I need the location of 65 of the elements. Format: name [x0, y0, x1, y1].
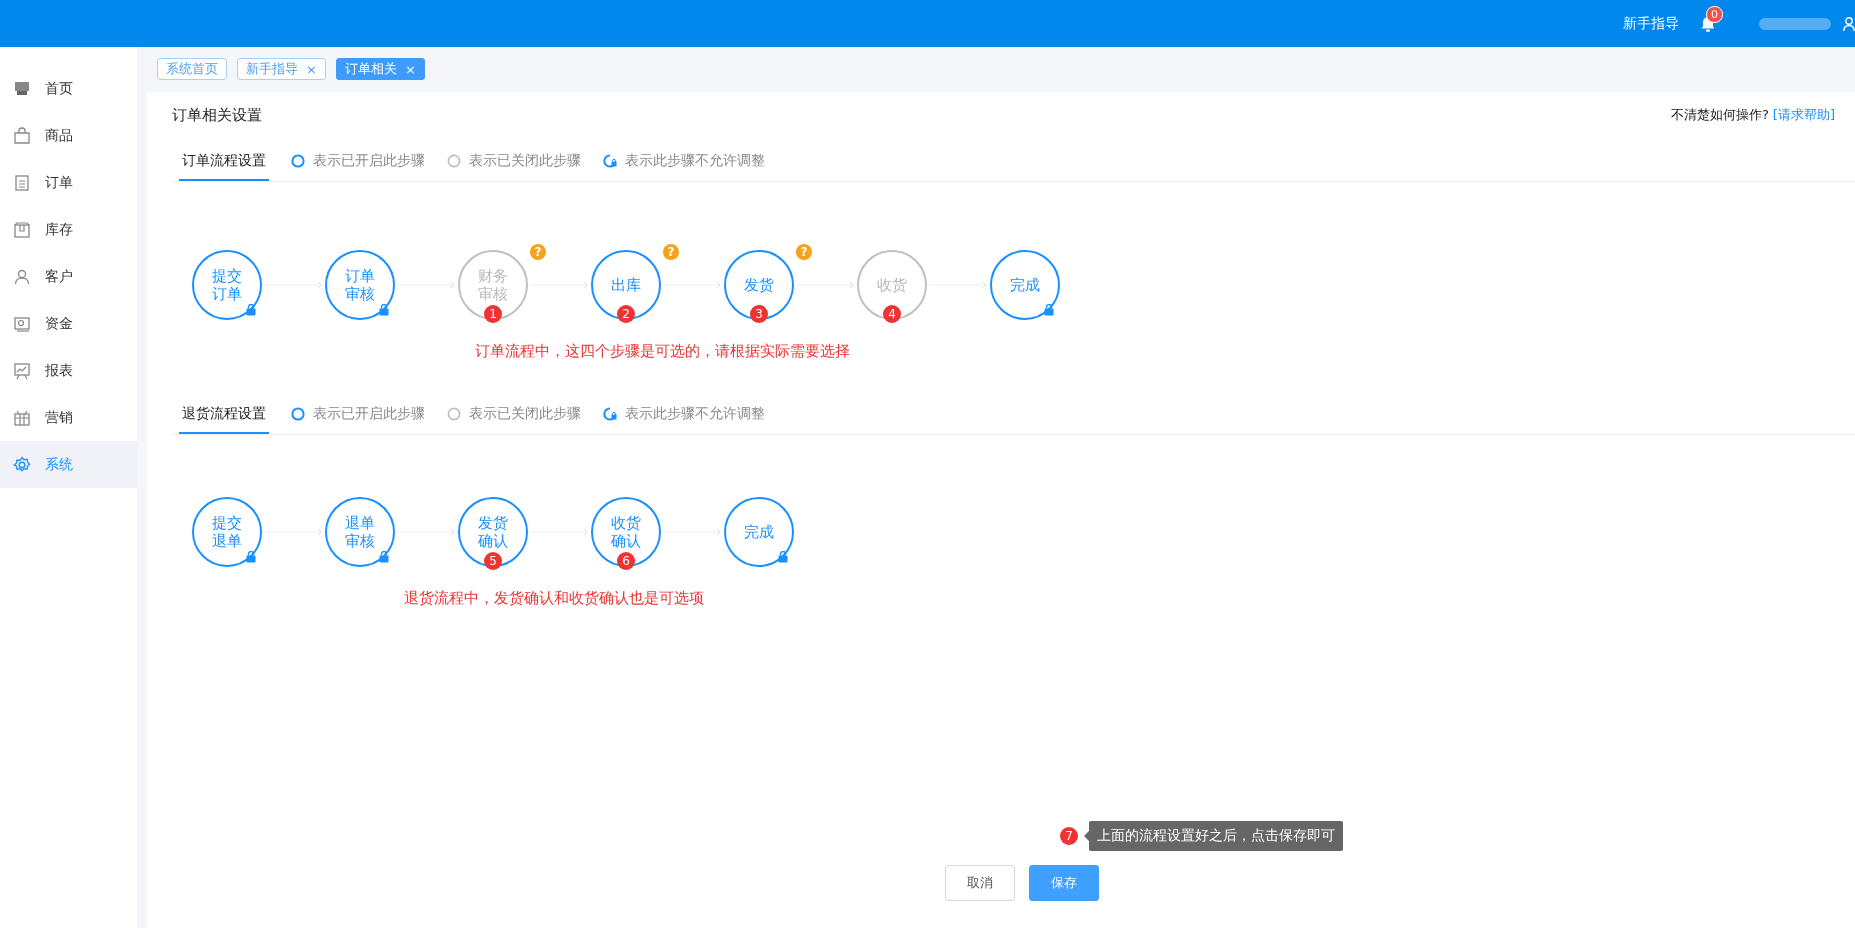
- sidebar-item[interactable]: 资金: [0, 300, 137, 347]
- number-marker: 7: [1060, 827, 1078, 845]
- help-badge[interactable]: ?: [796, 244, 812, 260]
- legend-label: 表示已关闭此步骤: [469, 152, 581, 170]
- number-marker: 4: [883, 305, 901, 323]
- document-icon: [13, 173, 31, 192]
- number-marker: 5: [484, 552, 502, 570]
- page-tab[interactable]: 新手指导 ×: [237, 58, 326, 80]
- legend-label: 表示已开启此步骤: [313, 152, 425, 170]
- close-icon[interactable]: ×: [404, 61, 416, 77]
- number-marker: 6: [617, 552, 635, 570]
- sidebar-item[interactable]: 营销: [0, 394, 137, 441]
- step-circle[interactable]: 订单审核: [325, 250, 395, 320]
- sidebar-item[interactable]: 商品: [0, 112, 137, 159]
- monitor-icon: [13, 79, 31, 98]
- sidebar-item[interactable]: 系统: [0, 441, 137, 488]
- help-text: 不清楚如何操作?: [1670, 107, 1769, 122]
- number-marker: 2: [617, 305, 635, 323]
- save-button[interactable]: 保存: [1029, 865, 1099, 901]
- legend-label: 表示已开启此步骤: [313, 405, 425, 423]
- tooltip: 上面的流程设置好之后，点击保存即可: [1089, 821, 1343, 851]
- bag-icon: [13, 126, 31, 145]
- help-link[interactable]: [请求帮助]: [1772, 107, 1835, 122]
- box-icon: [13, 220, 31, 239]
- step-circle[interactable]: 完成: [990, 250, 1060, 320]
- sidebar-item[interactable]: 订单: [0, 159, 137, 206]
- step-circle[interactable]: 提交订单: [192, 250, 262, 320]
- annotation-text: 退货流程中，发货确认和收货确认也是可选项: [403, 589, 705, 608]
- notification-badge: 0: [1706, 5, 1723, 23]
- cancel-button[interactable]: 取消: [945, 865, 1015, 901]
- close-icon[interactable]: ×: [306, 61, 317, 77]
- section-tab[interactable]: 订单流程设置: [179, 141, 269, 181]
- open-circle-icon: [291, 154, 305, 168]
- person-icon: [13, 267, 31, 286]
- page-tab[interactable]: 订单相关 ×: [335, 58, 425, 80]
- sidebar-item[interactable]: 报表: [0, 347, 137, 394]
- legend-label: 表示已关闭此步骤: [469, 405, 581, 423]
- page-title: 订单相关设置: [172, 105, 262, 125]
- legend-label: 表示此步骤不允许调整: [625, 405, 765, 423]
- open-circle-icon: [291, 407, 305, 421]
- locked-circle-icon: [603, 407, 617, 421]
- step-circle[interactable]: 退单审核: [325, 497, 395, 567]
- number-marker: 1: [484, 305, 502, 323]
- locked-circle-icon: [603, 154, 617, 168]
- guide-link[interactable]: 新手指导: [1623, 14, 1679, 33]
- open-circle-icon: [447, 154, 461, 168]
- sidebar-item[interactable]: 客户: [0, 253, 137, 300]
- page-tab[interactable]: 系统首页: [157, 58, 227, 80]
- sidebar-item[interactable]: 首页: [0, 65, 137, 112]
- step-circle[interactable]: 提交退单: [192, 497, 262, 567]
- blurred-username: [1759, 17, 1831, 30]
- annotation-text: 订单流程中，这四个步骤是可选的，请根据实际需要选择: [474, 342, 851, 361]
- help-badge[interactable]: ?: [663, 244, 679, 260]
- gift-icon: [13, 408, 31, 427]
- sidebar-item[interactable]: 库存: [0, 206, 137, 253]
- settings-icon: [13, 455, 31, 474]
- legend-label: 表示此步骤不允许调整: [625, 152, 765, 170]
- section-tab[interactable]: 退货流程设置: [179, 394, 269, 434]
- money-icon: [13, 314, 31, 333]
- open-circle-icon: [447, 407, 461, 421]
- help-badge[interactable]: ?: [530, 244, 546, 260]
- step-circle[interactable]: 完成: [724, 497, 794, 567]
- number-marker: 3: [750, 305, 768, 323]
- user-icon: [1843, 16, 1855, 31]
- chart-icon: [13, 361, 31, 380]
